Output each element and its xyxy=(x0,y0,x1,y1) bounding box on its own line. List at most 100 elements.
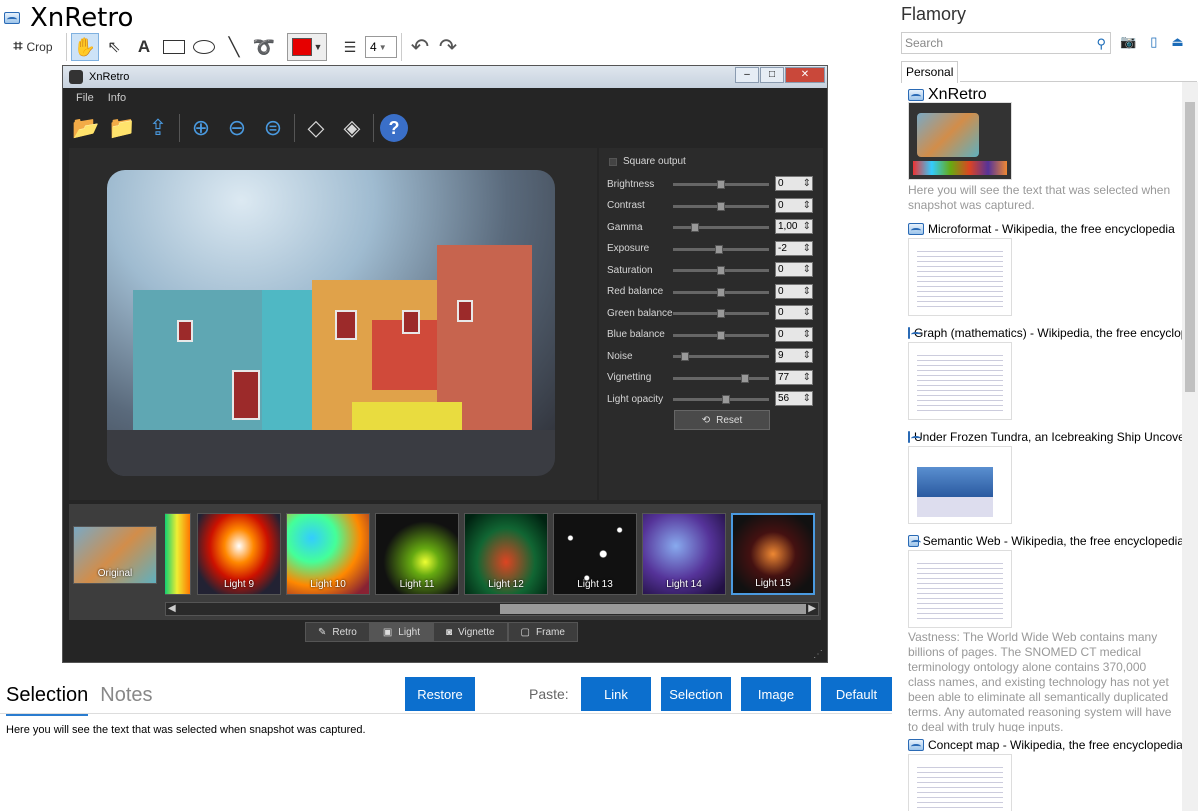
xn-menu-file: File xyxy=(76,92,94,104)
xn-control-value: 0 xyxy=(775,262,813,277)
snapshot-title-text: Under Frozen Tundra, an Icebreaking Ship… xyxy=(914,430,1182,444)
redo-button[interactable]: ↷ xyxy=(434,33,462,61)
xn-control-value: 77 xyxy=(775,369,813,385)
xn-control-slider xyxy=(673,352,769,361)
xn-slider-thumb xyxy=(741,373,749,383)
snapshot-thumbnail[interactable] xyxy=(908,238,1012,316)
rectangle-tool-button[interactable] xyxy=(159,33,189,61)
xn-tab-label: Vignette xyxy=(458,626,495,638)
maximize-icon: □ xyxy=(760,67,784,83)
xn-control-value: 0 xyxy=(775,176,813,191)
zoom-in-icon: ⊕ xyxy=(191,115,211,140)
document-icon[interactable]: ▯ xyxy=(1150,34,1157,50)
xn-separator xyxy=(179,114,180,142)
chevron-down-icon: ▼ xyxy=(313,42,323,52)
xn-tab-label: Light xyxy=(398,626,420,638)
restore-button[interactable]: Restore xyxy=(405,677,475,711)
snapshot-thumbnail[interactable] xyxy=(908,342,1012,420)
arrow-left-icon: ◀ xyxy=(168,603,176,614)
xn-control-row: Vignetting 77 xyxy=(607,369,813,386)
snapshot-title-text: Semantic Web - Wikipedia, the free encyc… xyxy=(922,534,1182,548)
text-tool-button[interactable]: A xyxy=(129,33,159,61)
square-output-option: Square output xyxy=(609,156,686,167)
snapshot-title[interactable]: Under Frozen Tundra, an Icebreaking Ship… xyxy=(908,430,1182,444)
chevron-down-icon: ▼ xyxy=(378,42,387,52)
xn-slider-thumb xyxy=(691,223,699,232)
minimize-icon: – xyxy=(735,67,759,83)
window xyxy=(177,320,193,342)
snapshot-thumbnail[interactable] xyxy=(908,550,1012,628)
page-icon xyxy=(908,431,921,443)
undo-button[interactable]: ↶ xyxy=(406,33,434,61)
xn-tab-vignette: ◙ Vignette xyxy=(432,622,508,642)
selection-text[interactable]: Here you will see the text that was sele… xyxy=(6,724,366,736)
tab-notes[interactable]: Notes xyxy=(100,684,152,716)
xn-control-row: Light opacity 56 xyxy=(607,391,813,407)
xn-separator xyxy=(294,114,295,142)
snapshot-title[interactable]: Microformat - Wikipedia, the free encycl… xyxy=(908,222,1182,236)
xn-control-value: 1,00 xyxy=(775,219,813,234)
crop-button[interactable]: ⌗ Crop xyxy=(4,33,62,61)
xn-control-label: Vignetting xyxy=(607,372,652,383)
reset-icon: ⟲ xyxy=(701,414,711,426)
window xyxy=(335,310,357,340)
select-tool-button[interactable]: ⇖ xyxy=(99,33,129,61)
xn-control-slider xyxy=(673,180,769,189)
sidebar-scrollbar[interactable] xyxy=(1182,82,1198,811)
xn-control-slider xyxy=(673,266,769,275)
xn-control-slider xyxy=(673,395,769,404)
ellipse-tool-button[interactable] xyxy=(189,33,219,61)
xn-control-slider xyxy=(673,330,769,340)
hand-tool-button[interactable]: ✋ xyxy=(71,33,99,61)
window-buttons: – □ ✕ xyxy=(734,67,825,83)
xn-effects-strip: Original Light 9 Light 10 Light 11 Light… xyxy=(69,504,821,620)
color-picker-button[interactable]: ▼ xyxy=(287,33,327,61)
snapshot-thumbnail[interactable] xyxy=(908,446,1012,524)
search-input[interactable]: Search ⚲ xyxy=(901,32,1111,54)
color-swatch xyxy=(291,38,312,56)
scrollbar-thumb[interactable] xyxy=(1185,102,1195,392)
snapshot-title[interactable]: Graph (mathematics) - Wikipedia, the fre… xyxy=(908,326,1182,340)
effect-label: Light 13 xyxy=(577,579,613,590)
tab-selection[interactable]: Selection xyxy=(6,684,89,716)
strip-scroll-thumb xyxy=(500,604,806,614)
original-thumbnail: Original xyxy=(73,526,157,584)
line-width-select[interactable]: 4 ▼ xyxy=(365,36,397,58)
snapshot-title[interactable]: Concept map - Wikipedia, the free encycl… xyxy=(908,738,1182,752)
snapshot-thumbnail[interactable] xyxy=(908,102,1012,180)
xn-control-slider xyxy=(673,223,769,232)
effect-thumbnail xyxy=(165,513,191,595)
xn-titlebar: XnRetro – □ ✕ xyxy=(63,66,827,88)
line-tool-button[interactable]: ╲ xyxy=(219,33,249,61)
wand-icon: ✎ xyxy=(318,626,327,638)
paste-selection-button[interactable]: Selection xyxy=(661,677,731,711)
page-icon xyxy=(908,327,921,339)
toolbar-separator xyxy=(66,33,67,61)
arrow-pointer-icon: ⇖ xyxy=(107,39,121,56)
doc-preview xyxy=(917,247,1003,307)
divider xyxy=(0,713,892,714)
xn-slider-thumb xyxy=(681,352,689,361)
collapse-icon[interactable]: ⏏ xyxy=(1171,34,1183,50)
ellipse-icon xyxy=(193,40,215,54)
tab-personal[interactable]: Personal xyxy=(901,61,959,83)
xn-slider-thumb xyxy=(717,266,725,275)
xn-control-slider xyxy=(673,244,769,254)
xn-control-value: 9 xyxy=(775,348,813,363)
effect-thumbnails: Light 9 Light 10 Light 11 Light 12 Light… xyxy=(165,510,821,598)
snapshot-thumbnail[interactable] xyxy=(908,754,1012,811)
camera-icon[interactable]: 📷 xyxy=(1120,34,1136,50)
xn-control-value: -2 xyxy=(775,240,813,256)
xn-slider-thumb xyxy=(717,330,725,340)
hand-icon: ✋ xyxy=(73,36,97,57)
paste-default-button[interactable]: Default xyxy=(821,677,892,711)
open-folder-icon: 📂 xyxy=(72,115,100,140)
freehand-tool-button[interactable]: ➰ xyxy=(249,33,279,61)
snapshot-title[interactable]: Semantic Web - Wikipedia, the free encyc… xyxy=(908,534,1182,548)
xn-tab-label: Frame xyxy=(536,626,565,638)
paste-label: Paste: xyxy=(529,686,569,702)
search-icon[interactable]: ⚲ xyxy=(1096,34,1106,54)
paste-link-button[interactable]: Link xyxy=(581,677,651,711)
paste-image-button[interactable]: Image xyxy=(741,677,811,711)
line-width-button[interactable]: ☰ xyxy=(335,33,365,61)
